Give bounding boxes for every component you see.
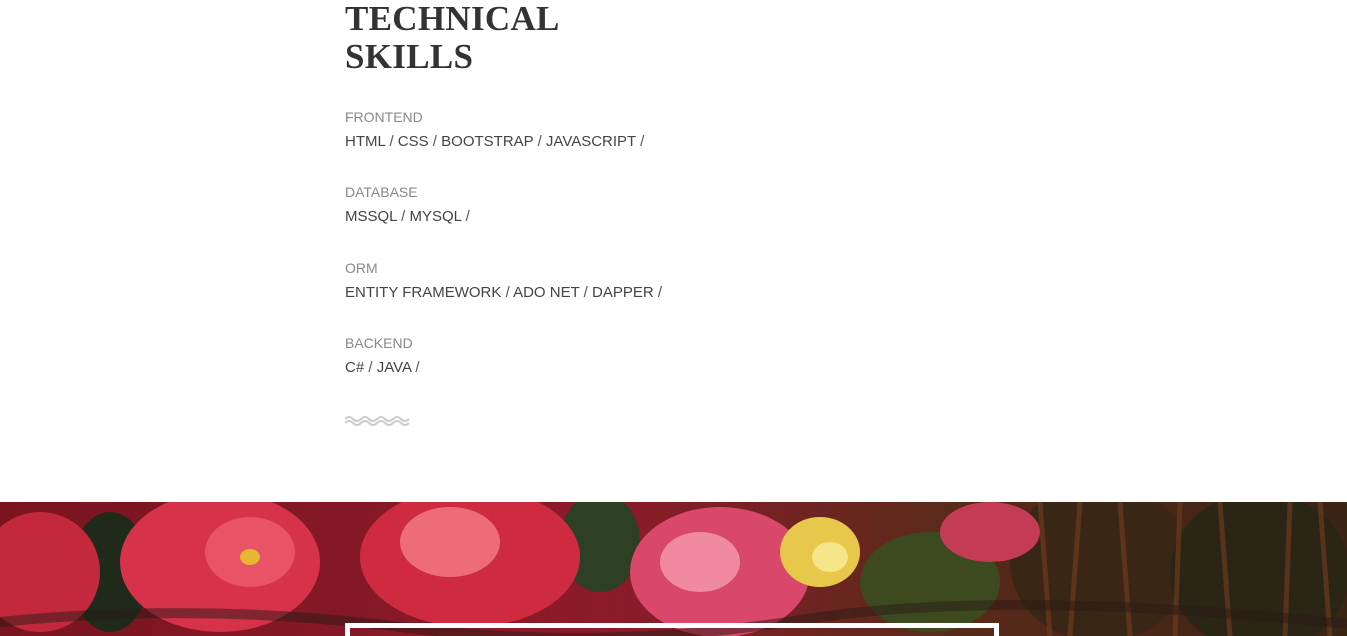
skill-item: HTML bbox=[345, 133, 398, 150]
skill-item: ADO NET bbox=[513, 284, 592, 301]
painting-image bbox=[0, 502, 1347, 636]
skill-item: MYSQL bbox=[409, 208, 469, 225]
page: TECHNICAL SKILLS FRONTEND HTML CSS BOOTS… bbox=[0, 0, 1347, 636]
skill-category-label: DATABASE bbox=[345, 184, 418, 200]
content-frame bbox=[345, 623, 999, 636]
skill-group-orm: ORM ENTITY FRAMEWORK ADO NET DAPPER bbox=[345, 260, 945, 302]
skill-category-label: ORM bbox=[345, 260, 378, 276]
skill-item: JAVASCRIPT bbox=[546, 133, 644, 150]
floral-painting-banner bbox=[0, 502, 1347, 636]
wave-divider-icon bbox=[345, 416, 410, 426]
skill-list: ENTITY FRAMEWORK ADO NET DAPPER bbox=[345, 284, 945, 302]
skill-category-label: BACKEND bbox=[345, 335, 413, 351]
skill-group-database: DATABASE MSSQL MYSQL bbox=[345, 184, 945, 226]
skill-item: C# bbox=[345, 359, 377, 376]
skill-item: ENTITY FRAMEWORK bbox=[345, 284, 513, 301]
skill-item: BOOTSTRAP bbox=[441, 133, 546, 150]
skill-list: HTML CSS BOOTSTRAP JAVASCRIPT bbox=[345, 133, 945, 151]
skill-item: DAPPER bbox=[592, 284, 662, 301]
skill-group-frontend: FRONTEND HTML CSS BOOTSTRAP JAVASCRIPT bbox=[345, 109, 945, 151]
skill-item: JAVA bbox=[377, 359, 420, 376]
technical-skills-section: TECHNICAL SKILLS FRONTEND HTML CSS BOOTS… bbox=[345, 0, 1045, 502]
skill-item: CSS bbox=[398, 133, 441, 150]
skill-list: C# JAVA bbox=[345, 359, 945, 377]
section-title-line-1: TECHNICAL bbox=[345, 0, 560, 38]
skill-list: MSSQL MYSQL bbox=[345, 208, 945, 226]
skill-item: MSSQL bbox=[345, 208, 409, 225]
skill-category-label: FRONTEND bbox=[345, 109, 423, 125]
section-title: TECHNICAL SKILLS bbox=[345, 0, 605, 76]
skill-group-backend: BACKEND C# JAVA bbox=[345, 335, 945, 377]
section-title-line-2: SKILLS bbox=[345, 37, 474, 76]
